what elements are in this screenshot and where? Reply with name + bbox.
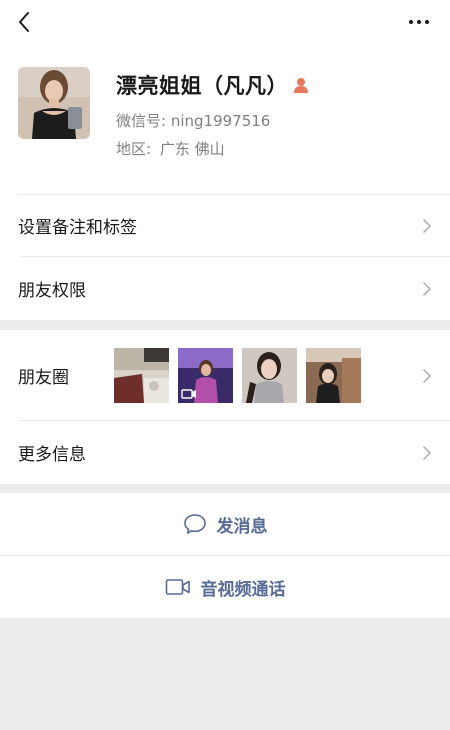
more-options-button[interactable]	[404, 10, 434, 34]
profile-header: 漂亮姐姐（凡凡） 微信号: ning1997516 地区: 广东 佛山	[0, 46, 450, 194]
female-icon	[294, 78, 308, 93]
chevron-right-icon	[423, 218, 431, 233]
more-info-row[interactable]: 更多信息	[0, 421, 450, 484]
video-camera-icon	[165, 579, 190, 595]
send-message-button[interactable]: 发消息	[0, 493, 450, 555]
chevron-left-icon	[19, 12, 29, 32]
region-value: 广东 佛山	[159, 140, 225, 158]
chevron-right-icon	[423, 445, 431, 460]
chat-bubble-icon	[183, 514, 206, 534]
back-button[interactable]	[10, 8, 38, 36]
chevron-right-icon	[423, 281, 431, 296]
avatar-image	[18, 67, 90, 139]
wechat-id-value: ning1997516	[170, 112, 271, 130]
avatar[interactable]	[18, 67, 90, 139]
video-call-button[interactable]: 音视频通话	[0, 556, 450, 618]
region-line: 地区: 广东 佛山	[116, 138, 225, 159]
more-info-label: 更多信息	[18, 445, 86, 465]
moments-thumbnail[interactable]	[306, 348, 361, 403]
moments-label: 朋友圈	[18, 368, 69, 388]
chevron-right-icon	[423, 368, 431, 383]
moments-thumbnail[interactable]	[242, 348, 297, 403]
video-call-label: 音视频通话	[200, 579, 286, 600]
moments-thumbnails	[114, 348, 361, 403]
friend-permissions-row[interactable]: 朋友权限	[0, 257, 450, 320]
region-label: 地区:	[116, 140, 152, 158]
profile-name: 漂亮姐姐（凡凡）	[116, 74, 288, 98]
friend-permissions-label: 朋友权限	[18, 281, 86, 301]
remark-tags-label: 设置备注和标签	[18, 218, 137, 238]
wechat-id-label: 微信号:	[116, 112, 167, 130]
send-message-label: 发消息	[216, 516, 268, 537]
more-dots-icon	[409, 20, 413, 24]
wechat-id-line: 微信号: ning1997516	[116, 110, 270, 131]
moments-row[interactable]: 朋友圈	[0, 330, 450, 421]
top-nav-bar	[0, 0, 450, 46]
remark-tags-row[interactable]: 设置备注和标签	[0, 194, 450, 257]
moments-video-thumbnail[interactable]	[178, 348, 233, 403]
moments-thumbnail[interactable]	[114, 348, 169, 403]
name-row: 漂亮姐姐（凡凡）	[116, 70, 310, 100]
